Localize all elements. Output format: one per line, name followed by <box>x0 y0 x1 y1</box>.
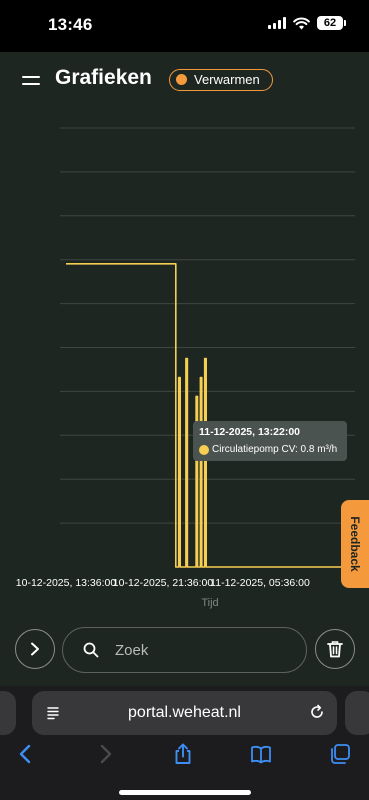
chart-grid <box>60 127 355 524</box>
previous-tab-preview[interactable] <box>0 691 16 735</box>
next-tab-preview[interactable] <box>345 691 369 735</box>
tabs-icon[interactable] <box>328 742 352 766</box>
share-icon[interactable] <box>171 742 195 766</box>
reload-icon[interactable] <box>309 704 325 720</box>
forward-arrow-icon[interactable] <box>93 742 117 766</box>
tooltip-row: Circulatiepomp CV: 0.8 m³/h <box>199 444 341 455</box>
x-tick-label: 11-12-2025, 05:36:00 <box>210 577 310 589</box>
chart[interactable]: 10-12-2025, 13:36:0010-12-2025, 21:36:00… <box>0 0 369 620</box>
search-box[interactable] <box>62 627 307 673</box>
tooltip-series-swatch <box>199 444 209 455</box>
home-indicator <box>119 790 251 795</box>
feedback-label: Feedback <box>348 516 362 572</box>
x-tick-label: 10-12-2025, 13:36:00 <box>16 577 117 589</box>
search-icon <box>83 642 99 658</box>
expand-button[interactable] <box>15 629 55 669</box>
chart-tooltip: 11-12-2025, 13:22:00 Circulatiepomp CV: … <box>193 421 347 461</box>
address-bar[interactable]: portal.weheat.nl <box>32 691 337 735</box>
browser-toolbar: portal.weheat.nl <box>0 686 369 800</box>
tooltip-value: Circulatiepomp CV: 0.8 m³/h <box>212 444 338 455</box>
x-tick-label: 10-12-2025, 21:36:00 <box>113 577 214 589</box>
trash-icon <box>327 641 343 658</box>
x-axis-ticks: 10-12-2025, 13:36:0010-12-2025, 21:36:00… <box>16 577 310 589</box>
search-input[interactable] <box>115 640 295 660</box>
delete-button[interactable] <box>315 629 355 669</box>
url-text: portal.weheat.nl <box>128 704 241 721</box>
chevron-right-icon <box>31 642 39 656</box>
back-arrow-icon[interactable] <box>14 742 38 766</box>
feedback-button[interactable]: Feedback <box>341 500 369 588</box>
x-axis-label: Tijd <box>201 597 218 609</box>
series-line-circulatiepomp <box>66 263 355 568</box>
tooltip-title: 11-12-2025, 13:22:00 <box>199 426 300 438</box>
bookmarks-icon[interactable] <box>249 742 273 766</box>
